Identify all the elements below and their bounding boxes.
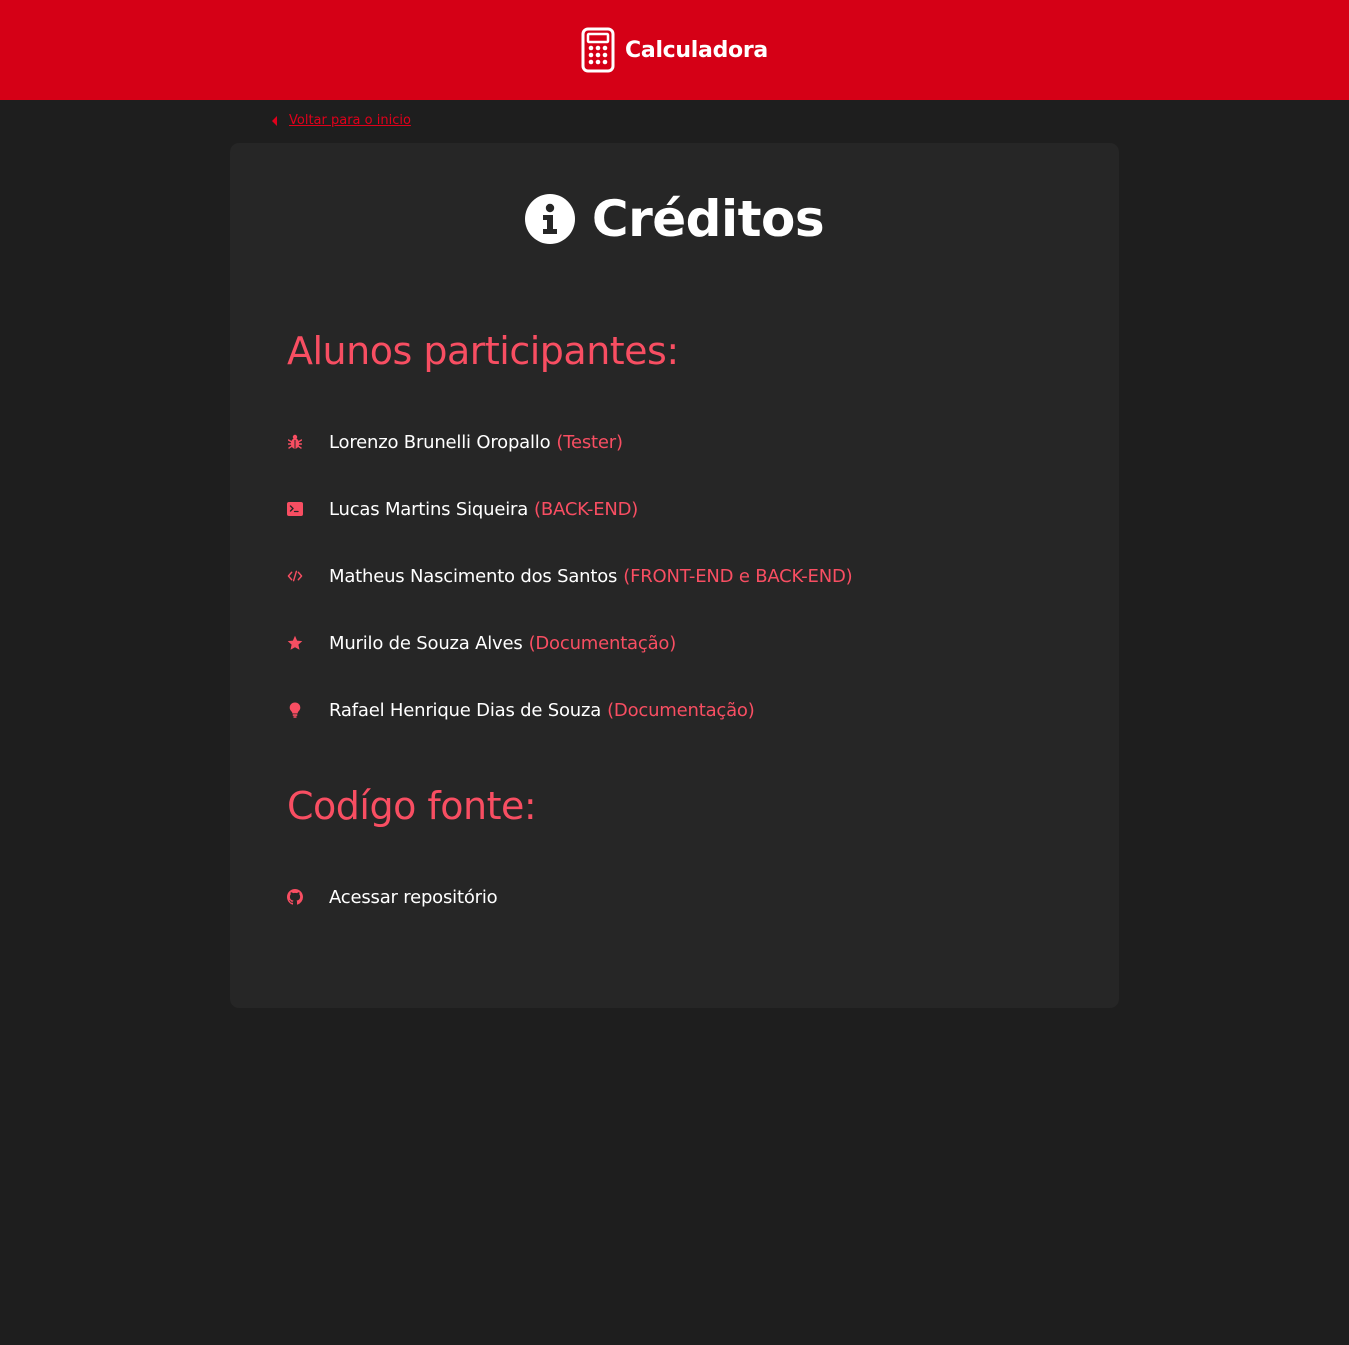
bug-icon	[287, 434, 303, 450]
student-role: (Documentação)	[528, 632, 677, 654]
caret-left-icon	[272, 115, 277, 126]
app-title: Calculadora	[625, 37, 768, 63]
student-row: Lucas Martins Siqueira (BACK-END)	[287, 496, 638, 522]
student-name: Lucas Martins Siqueira	[329, 498, 529, 520]
student-role: (Documentação)	[607, 699, 755, 721]
back-to-home-link[interactable]: Voltar para o inicio	[270, 113, 411, 128]
page-title: Créditos	[230, 190, 1119, 248]
student-name: Lorenzo Brunelli Oropallo	[329, 431, 551, 453]
student-role: (FRONT-END e BACK-END)	[623, 565, 853, 587]
github-icon	[287, 889, 303, 905]
credits-card: Créditos Alunos participantes: Lorenzo B…	[230, 143, 1119, 1008]
code-icon	[287, 568, 303, 584]
terminal-icon	[287, 501, 303, 517]
student-row: Lorenzo Brunelli Oropallo (Tester)	[287, 429, 623, 455]
student-row: Murilo de Souza Alves (Documentação)	[287, 630, 676, 656]
student-row: Matheus Nascimento dos Santos (FRONT-END…	[287, 563, 853, 589]
source-code-heading: Codígo fonte:	[287, 784, 537, 828]
page-title-text: Créditos	[591, 190, 825, 248]
student-role: (Tester)	[556, 431, 623, 453]
back-link-label[interactable]: Voltar para o inicio	[289, 113, 411, 128]
info-circle-icon	[524, 194, 575, 244]
top-header: Calculadora	[0, 0, 1349, 100]
student-name: Matheus Nascimento dos Santos	[329, 565, 618, 587]
student-name: Murilo de Souza Alves	[329, 632, 523, 654]
student-row: Rafael Henrique Dias de Souza (Documenta…	[287, 697, 755, 723]
student-role: (BACK-END)	[534, 498, 639, 520]
lightbulb-icon	[287, 702, 303, 718]
repository-link[interactable]: Acessar repositório	[287, 884, 498, 910]
brand[interactable]: Calculadora	[581, 27, 768, 73]
calculator-icon	[581, 27, 615, 73]
student-name: Rafael Henrique Dias de Souza	[329, 699, 602, 721]
students-heading: Alunos participantes:	[287, 329, 679, 373]
repository-link-label[interactable]: Acessar repositório	[329, 887, 498, 908]
star-icon	[287, 635, 303, 651]
